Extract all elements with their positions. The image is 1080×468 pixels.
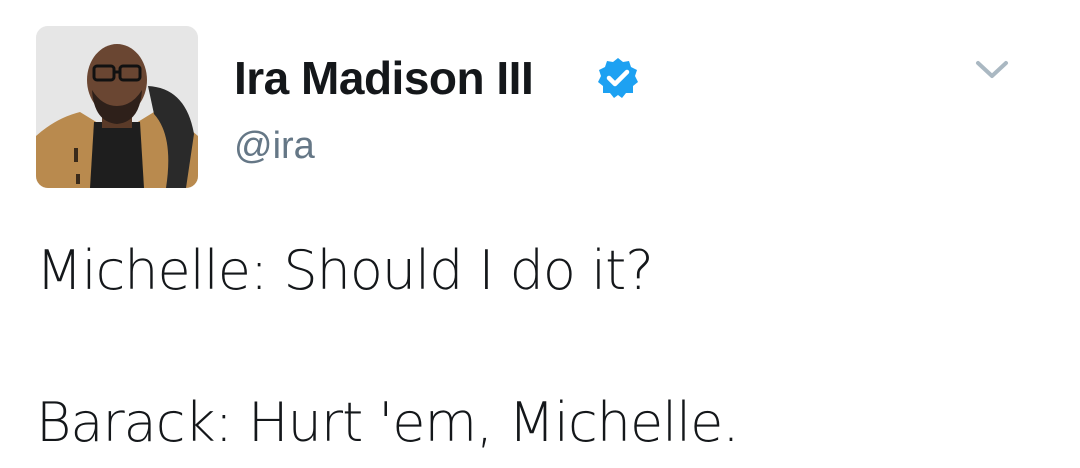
tweet-text-line: Barack: Hurt 'em, Michelle. [36,391,740,454]
display-name[interactable]: Ira Madison III [234,50,534,106]
avatar[interactable] [36,26,198,188]
verified-badge-icon [598,58,638,98]
tweet-text-line: Michelle: Should I do it? [36,239,654,302]
user-handle[interactable]: @ira [234,122,315,170]
avatar-image [36,26,198,188]
chevron-down-icon[interactable] [972,54,1012,84]
